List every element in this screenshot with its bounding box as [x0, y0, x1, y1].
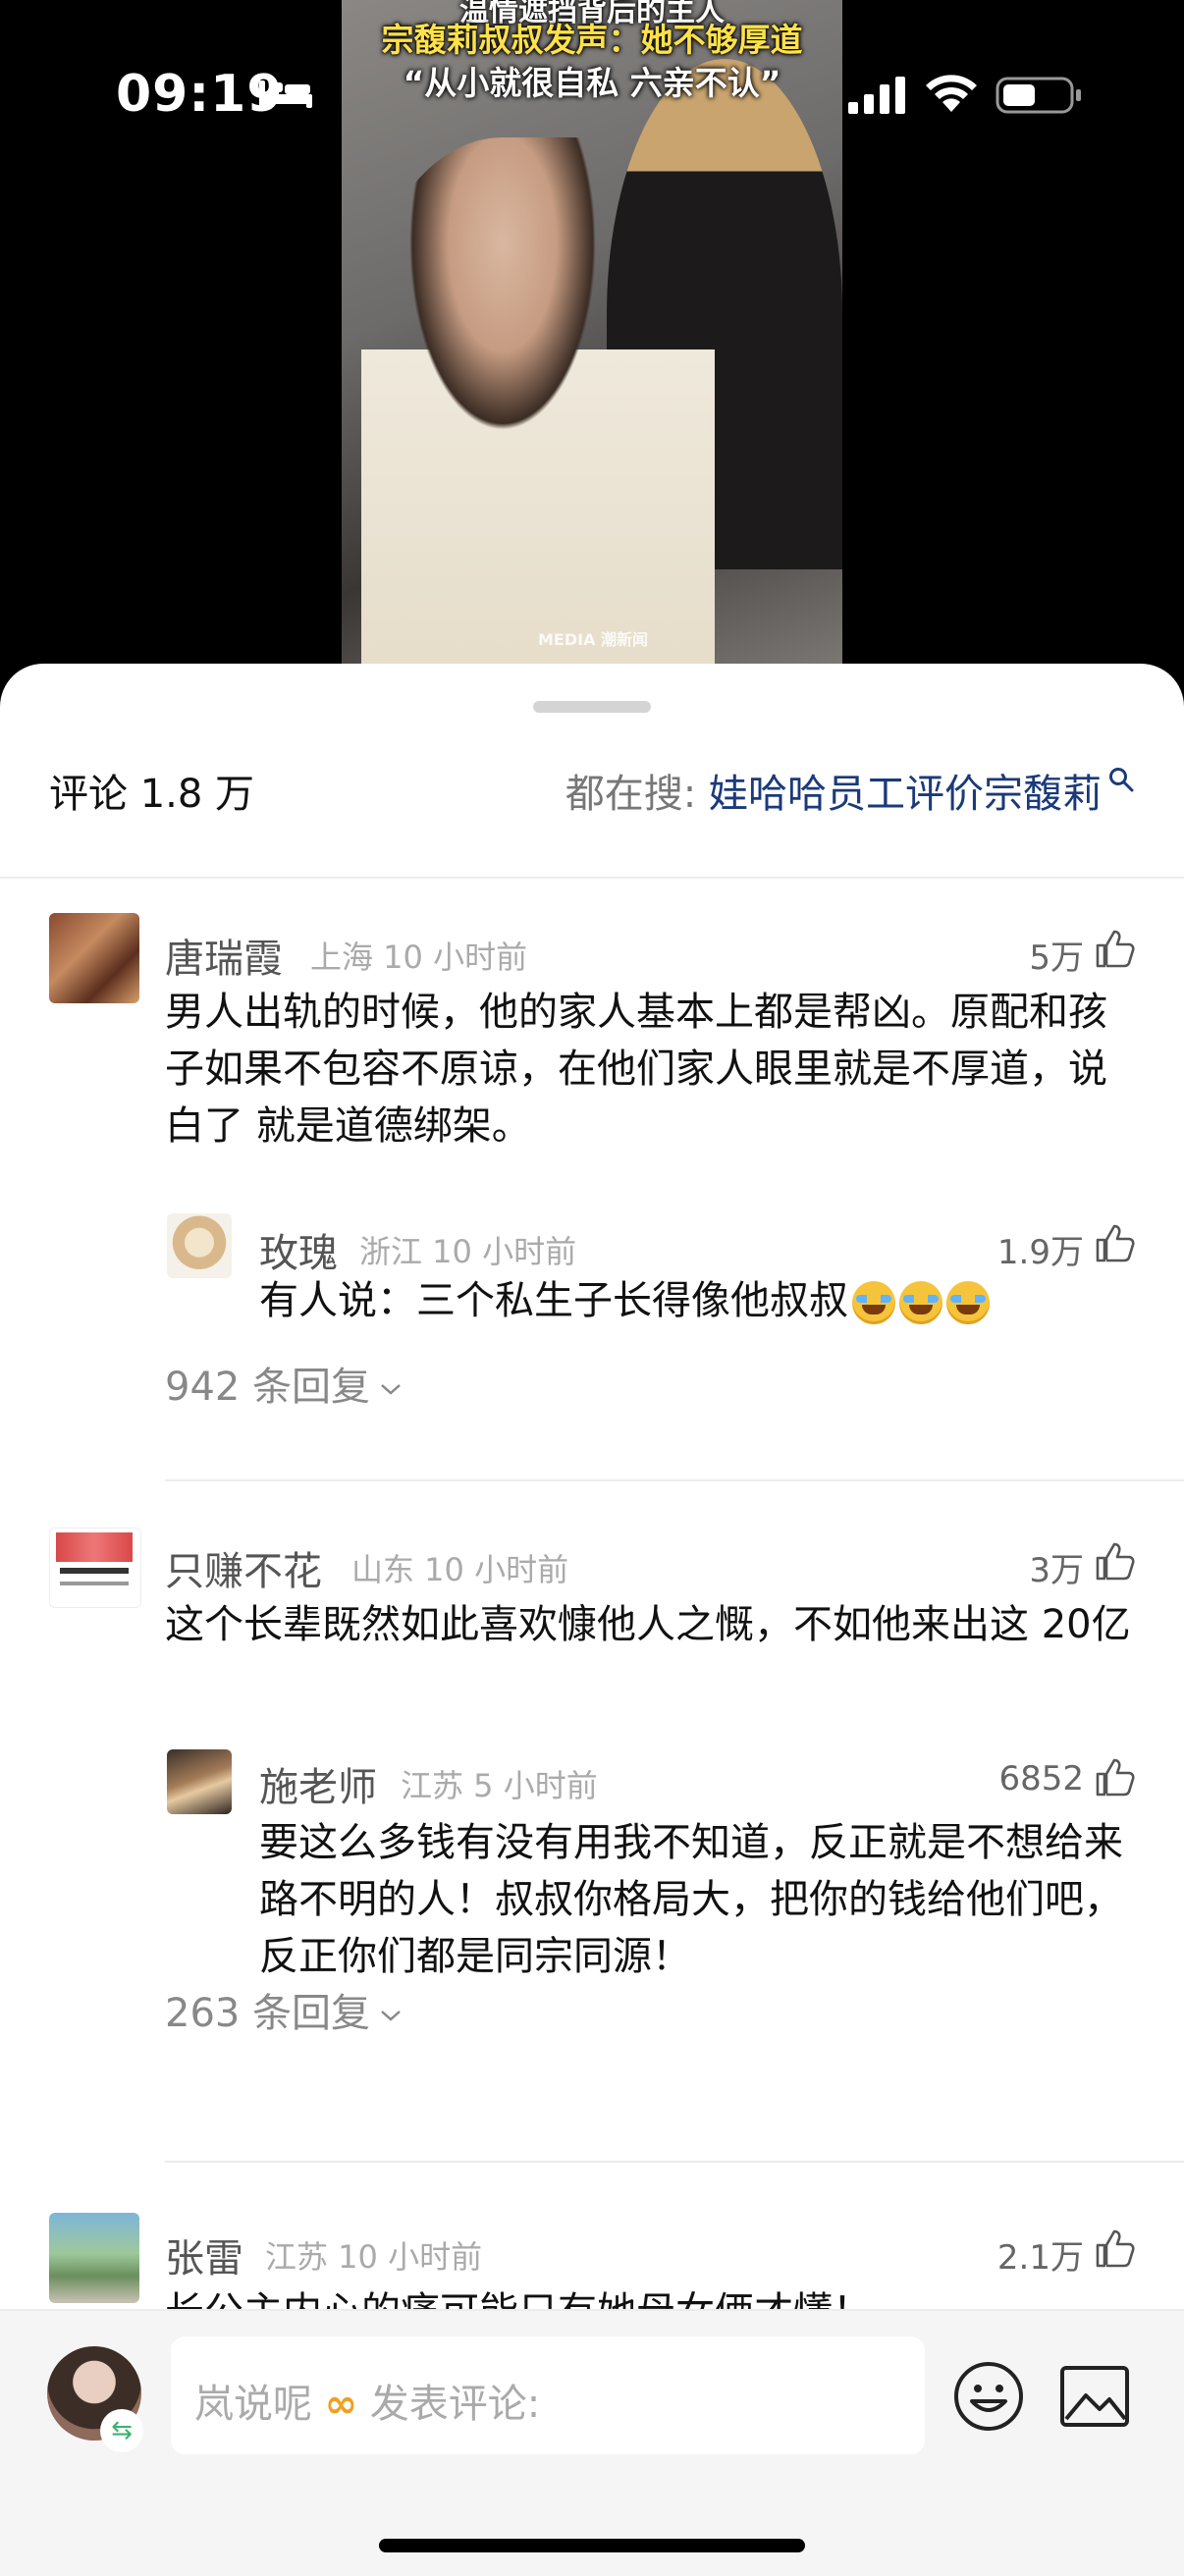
reply-like-count: 6852	[998, 1759, 1084, 1798]
avatar-banknote-line	[60, 1568, 129, 1574]
avatar[interactable]	[49, 1528, 141, 1608]
wifi-icon	[926, 75, 977, 112]
comment-input-placeholder: 岚说呢 ∞ 发表评论:	[194, 2372, 540, 2429]
placeholder-prefix: 岚说呢	[194, 2382, 312, 2427]
comment-input[interactable]: 岚说呢 ∞ 发表评论:	[171, 2336, 925, 2454]
signal-icon	[848, 77, 905, 114]
comment-text: 男人出轨的时候，他的家人基本上都是帮凶。原配和孩子如果不包容不原谅，在他们家人眼…	[165, 990, 1107, 1149]
comment-author[interactable]: 唐瑞霞	[165, 927, 283, 984]
reply-text: 要这么多钱有没有用我不知道，反正就是不想给来路不明的人！叔叔你格局大，把你的钱给…	[259, 1820, 1123, 1979]
like-count: 2.1万	[996, 2238, 1084, 2278]
placeholder-symbol: ∞	[324, 2382, 358, 2427]
comment-author[interactable]: 张雷	[165, 2227, 243, 2283]
emoji-icon[interactable]	[952, 2360, 1025, 2433]
chevron-down-icon	[381, 2011, 401, 2021]
comment-composer-bar: ⇆ 岚说呢 ∞ 发表评论:	[0, 2309, 1184, 2576]
comment-sheet: 评论 1.8 万 都在搜: 娃哈哈员工评价宗馥莉 唐瑞霞 上海 10 小时前 5…	[0, 664, 1184, 2574]
thumbs-up-icon[interactable]	[1094, 1541, 1135, 1581]
view-replies-button[interactable]: 942 条回复	[165, 1355, 402, 1412]
sheet-drag-handle[interactable]	[533, 701, 651, 713]
avatar[interactable]	[49, 913, 139, 1003]
reply-avatar[interactable]	[167, 1749, 232, 1814]
thumbs-up-icon[interactable]	[1094, 929, 1135, 968]
image-icon[interactable]	[1058, 2364, 1131, 2429]
thumbs-up-icon[interactable]	[1094, 1223, 1135, 1262]
laugh-cry-emoji	[852, 1281, 895, 1324]
trending-search-prefix: 都在搜:	[565, 772, 709, 817]
comment-meta: 江苏 10 小时前	[265, 2238, 483, 2276]
comments-header: 评论 1.8 万 都在搜: 娃哈哈员工评价宗馥莉	[0, 762, 1184, 840]
reply-avatar[interactable]	[167, 1213, 232, 1278]
reply-meta: 江苏 5 小时前	[401, 1767, 598, 1804]
view-replies-label: 942 条回复	[165, 1365, 371, 1410]
laugh-cry-emoji	[946, 1281, 990, 1324]
avatar-banknote-line	[60, 1582, 129, 1585]
reply-meta: 浙江 10 小时前	[359, 1233, 577, 1270]
switch-account-icon[interactable]: ⇆	[100, 2409, 143, 2452]
video-watermark: MEDIA 潮新闻	[538, 630, 649, 649]
like-count: 5万	[1029, 939, 1084, 978]
video-person-foreground	[361, 137, 715, 668]
comment-meta: 山东 10 小时前	[351, 1551, 569, 1588]
placeholder-suffix: 发表评论:	[357, 2382, 541, 2427]
reply-like-count: 1.9万	[996, 1233, 1084, 1272]
comment-author[interactable]: 只赚不花	[165, 1539, 322, 1596]
header-divider	[0, 877, 1184, 879]
reply-author[interactable]: 施老师	[259, 1755, 377, 1812]
reply-text: 有人说：三个私生子长得像他叔叔	[259, 1278, 848, 1323]
comment-meta: 上海 10 小时前	[310, 939, 528, 976]
chevron-down-icon	[381, 1384, 401, 1395]
reply-author[interactable]: 玫瑰	[259, 1221, 338, 1278]
reply-text-row: 有人说：三个私生子长得像他叔叔	[259, 1272, 1143, 1329]
search-icon[interactable]	[1107, 766, 1135, 793]
avatar-banknote	[56, 1532, 133, 1562]
view-replies-label: 263 条回复	[165, 1991, 371, 2036]
trending-search-link[interactable]: 都在搜: 娃哈哈员工评价宗馥莉	[565, 762, 1135, 819]
comment-item: 只赚不花 山东 10 小时前 3万 这个长辈既然如此喜欢慷他人之慨，不如他来出这…	[0, 1526, 1184, 2115]
comment-divider	[165, 1479, 1184, 1481]
like-count: 3万	[1029, 1551, 1084, 1590]
avatar[interactable]	[49, 2213, 139, 2303]
thumbs-up-icon[interactable]	[1094, 2228, 1135, 2268]
thumbs-up-icon[interactable]	[1094, 1757, 1135, 1797]
home-indicator[interactable]	[379, 2539, 805, 2552]
bed-icon	[259, 80, 312, 108]
status-bar: 09:19	[0, 0, 1184, 187]
laugh-cry-emoji	[899, 1281, 942, 1324]
comment-divider	[165, 2161, 1184, 2163]
comments-count-title: 评论 1.8 万	[49, 772, 255, 817]
comment-text: 这个长辈既然如此喜欢慷他人之慨，不如他来出这 20亿	[165, 1602, 1131, 1647]
trending-search-keyword[interactable]: 娃哈哈员工评价宗馥莉	[709, 772, 1102, 817]
battery-icon	[996, 77, 1081, 114]
view-replies-button[interactable]: 263 条回复	[165, 1981, 402, 2038]
comment-item: 唐瑞霞 上海 10 小时前 5万 男人出轨的时候，他的家人基本上都是帮凶。原配和…	[0, 913, 1184, 1502]
